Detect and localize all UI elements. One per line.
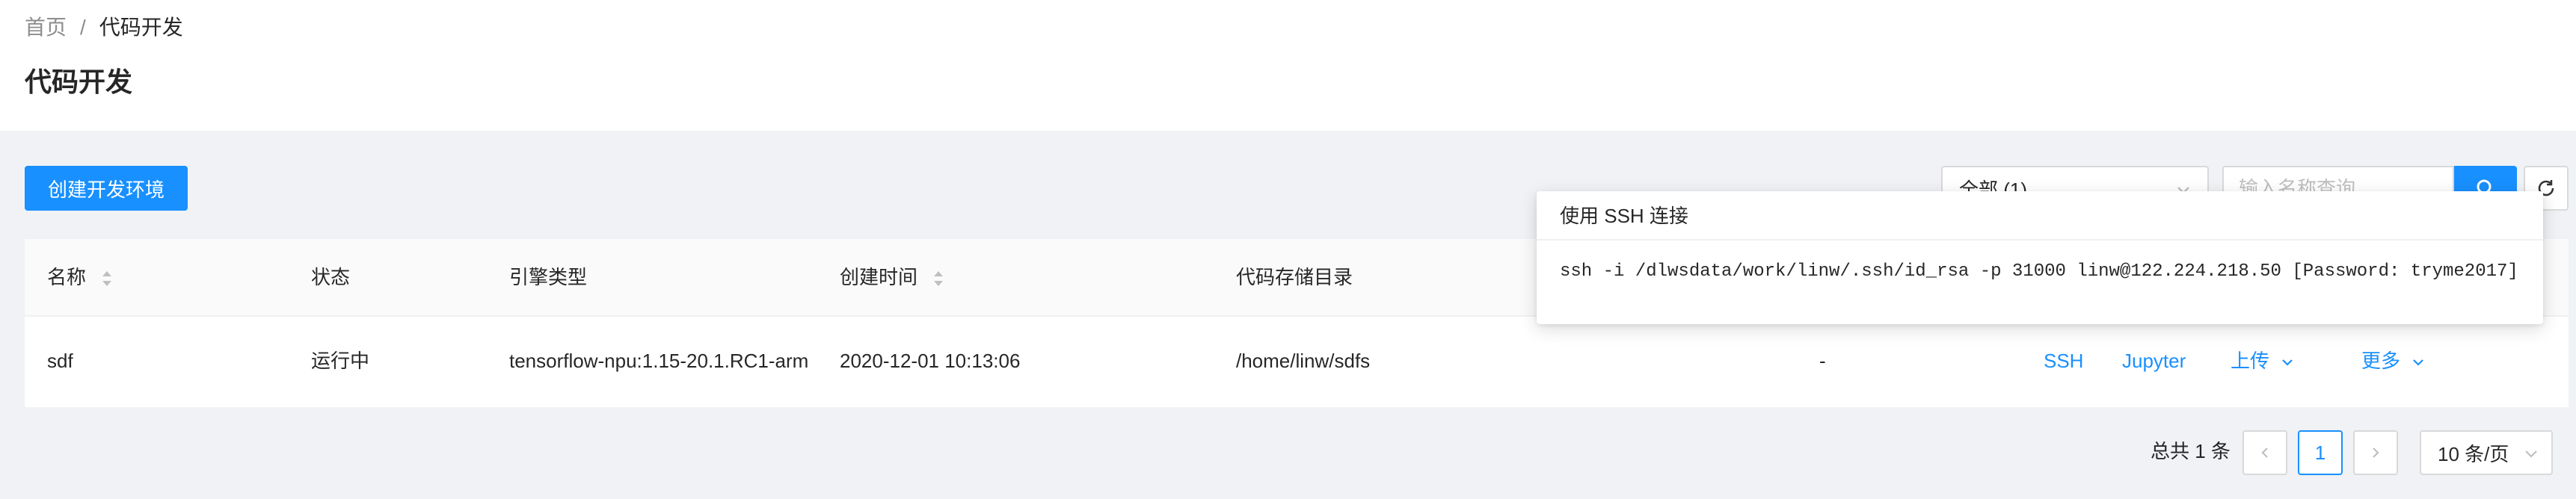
more-label: 更多 xyxy=(2361,350,2401,372)
breadcrumb: 首页 / 代码开发 xyxy=(25,15,183,40)
prev-page-button[interactable] xyxy=(2243,430,2287,475)
column-header-directory: 代码存储目录 xyxy=(1236,266,1353,288)
sort-icon xyxy=(102,271,112,287)
page-size-value: 10 条/页 xyxy=(2438,442,2509,465)
cell-directory: /home/linw/sdfs xyxy=(1236,350,1371,372)
breadcrumb-separator: / xyxy=(80,16,86,39)
cell-status: 运行中 xyxy=(311,350,370,372)
breadcrumb-current: 代码开发 xyxy=(99,16,183,39)
page-title: 代码开发 xyxy=(25,66,133,97)
column-header-created[interactable]: 创建时间 xyxy=(840,265,944,289)
pagination-total: 总共 1 条 xyxy=(2151,440,2231,462)
create-environment-button[interactable]: 创建开发环境 xyxy=(25,166,188,211)
column-header-label: 创建时间 xyxy=(840,266,918,288)
upload-label: 上传 xyxy=(2231,350,2270,372)
chevron-down-icon xyxy=(2525,450,2537,458)
chevron-down-icon xyxy=(2282,359,2293,366)
column-header-status: 状态 xyxy=(311,266,351,288)
jupyter-link[interactable]: Jupyter xyxy=(2122,349,2186,373)
page-button-1[interactable]: 1 xyxy=(2298,430,2343,475)
cell-engine: tensorflow-npu:1.15-20.1.RC1-arm xyxy=(509,350,809,372)
cell-name: sdf xyxy=(47,350,73,372)
popover-title: 使用 SSH 连接 xyxy=(1537,191,2543,241)
chevron-right-icon xyxy=(2373,447,2379,458)
next-page-button[interactable] xyxy=(2353,430,2398,475)
column-header-label: 名称 xyxy=(47,266,87,288)
more-dropdown[interactable]: 更多 xyxy=(2361,349,2425,373)
page-size-select[interactable]: 10 条/页 xyxy=(2420,430,2553,475)
sort-icon xyxy=(934,271,944,287)
chevron-left-icon xyxy=(2261,447,2268,458)
cell-extra: - xyxy=(1819,350,1826,372)
page-header: 首页 / 代码开发 代码开发 xyxy=(0,0,2576,131)
column-header-engine: 引擎类型 xyxy=(509,266,588,288)
chevron-down-icon xyxy=(2413,359,2424,366)
cell-created: 2020-12-01 10:13:06 xyxy=(840,350,1021,372)
ssh-link[interactable]: SSH xyxy=(2044,349,2083,373)
breadcrumb-home[interactable]: 首页 xyxy=(25,16,67,39)
upload-dropdown[interactable]: 上传 xyxy=(2231,349,2294,373)
column-header-name[interactable]: 名称 xyxy=(47,265,112,289)
ssh-popover: 使用 SSH 连接 ssh -i /dlwsdata/work/linw/.ss… xyxy=(1537,191,2543,324)
ssh-command[interactable]: ssh -i /dlwsdata/work/linw/.ssh/id_rsa -… xyxy=(1560,257,2518,287)
